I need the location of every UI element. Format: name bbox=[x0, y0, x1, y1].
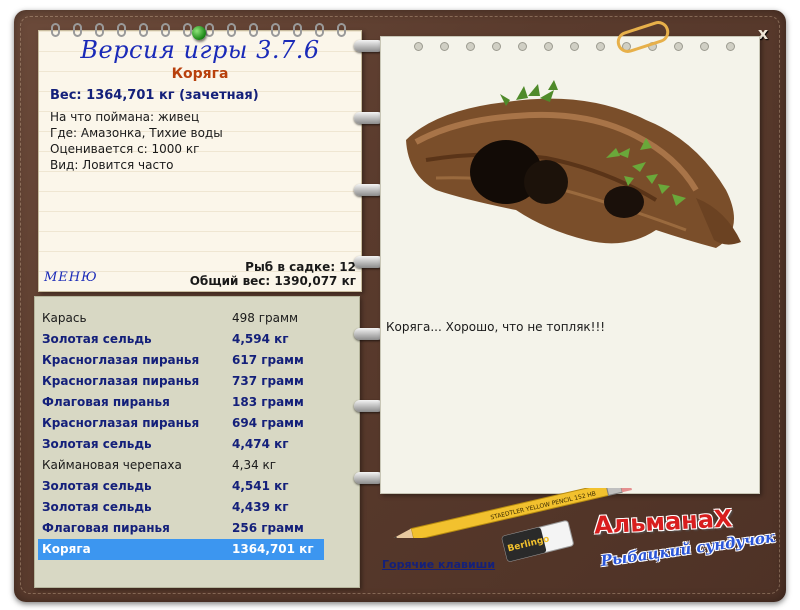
catch-fish-weight: 4,594 кг bbox=[232, 332, 289, 346]
catch-list: Карась 498 грамм Золотая сельдь 4,594 кг Кра… bbox=[38, 308, 324, 560]
catch-fish-name: Золотая сельдь bbox=[42, 437, 152, 451]
catch-fish-name: Флаговая пиранья bbox=[42, 395, 170, 409]
catch-list-row[interactable]: Каймановая черепаха 4,34 кг bbox=[38, 455, 324, 476]
caught-fish-name: Коряга bbox=[171, 66, 229, 82]
catch-fish-name: Флаговая пиранья bbox=[42, 521, 170, 535]
catch-list-row[interactable]: Золотая сельдь 4,439 кг bbox=[38, 497, 324, 518]
catch-list-row[interactable]: Золотая сельдь 4,594 кг bbox=[38, 329, 324, 350]
frequency-detail: Вид: Ловится часто bbox=[50, 158, 174, 172]
catch-fish-weight: 4,474 кг bbox=[232, 437, 289, 451]
catch-fish-name: Красноглазая пиранья bbox=[42, 374, 200, 388]
catch-fish-name: Красноглазая пиранья bbox=[42, 416, 200, 430]
bait-detail: На что поймана: живец bbox=[50, 110, 200, 124]
eraser-icon: Berlingo bbox=[501, 520, 574, 562]
page-punch-holes bbox=[394, 42, 754, 52]
total-weight: Общий вес: 1390,077 кг bbox=[189, 274, 356, 288]
catch-fish-weight: 694 грамм bbox=[232, 416, 304, 430]
catch-list-row[interactable]: Золотая сельдь 4,541 кг bbox=[38, 476, 324, 497]
catch-list-row[interactable]: Флаговая пиранья 256 грамм bbox=[38, 518, 324, 539]
menu-link[interactable]: МЕНЮ bbox=[44, 270, 98, 285]
game-version-title: Версия игры 3.7.6 bbox=[80, 36, 320, 64]
location-detail: Где: Амазонка, Тихие воды bbox=[50, 126, 223, 140]
catch-fish-weight: 1364,701 кг bbox=[232, 542, 314, 556]
catch-fish-weight: 4,541 кг bbox=[232, 479, 289, 493]
catch-list-row[interactable]: Золотая сельдь 4,474 кг bbox=[38, 434, 324, 455]
keepnet-count: Рыб в садке: 12 bbox=[245, 260, 356, 274]
catch-fish-weight: 737 грамм bbox=[232, 374, 304, 388]
catch-list-row[interactable]: Карась 498 грамм bbox=[38, 308, 324, 329]
catch-list-row[interactable]: Коряга 1364,701 кг bbox=[38, 539, 324, 560]
hotkeys-link[interactable]: Горячие клавиши bbox=[382, 558, 495, 571]
pencil-label: STAEDTLER YELLOW PENCIL 152 HB bbox=[490, 490, 597, 521]
catch-message: Коряга... Хорошо, что не топляк!!! bbox=[386, 320, 606, 334]
catch-fish-weight: 498 грамм bbox=[232, 311, 299, 325]
catch-fish-weight: 183 грамм bbox=[232, 395, 304, 409]
catch-fish-name: Карась bbox=[42, 311, 87, 325]
catch-fish-weight: 4,34 кг bbox=[232, 458, 277, 472]
catch-fish-weight: 256 грамм bbox=[232, 521, 304, 535]
catch-list-row[interactable]: Красноглазая пиранья 617 грамм bbox=[38, 350, 324, 371]
catch-fish-weight: 617 грамм bbox=[232, 353, 304, 367]
catch-fish-name: Золотая сельдь bbox=[42, 479, 152, 493]
driftwood-image bbox=[406, 80, 741, 248]
catch-fish-name: Коряга bbox=[42, 542, 91, 556]
scoring-detail: Оценивается с: 1000 кг bbox=[50, 142, 200, 156]
catch-fish-weight: 4,439 кг bbox=[232, 500, 289, 514]
catch-list-row[interactable]: Красноглазая пиранья 737 грамм bbox=[38, 371, 324, 392]
catch-fish-name: Золотая сельдь bbox=[42, 500, 152, 514]
catch-fish-name: Красноглазая пиранья bbox=[42, 353, 200, 367]
catch-list-row[interactable]: Флаговая пиранья 183 грамм bbox=[38, 392, 324, 413]
catch-fish-name: Золотая сельдь bbox=[42, 332, 152, 346]
catch-list-row[interactable]: Красноглазая пиранья 694 грамм bbox=[38, 413, 324, 434]
caught-fish-weight: Вес: 1364,701 кг (зачетная) bbox=[50, 88, 259, 103]
catch-fish-name: Каймановая черепаха bbox=[42, 458, 182, 472]
